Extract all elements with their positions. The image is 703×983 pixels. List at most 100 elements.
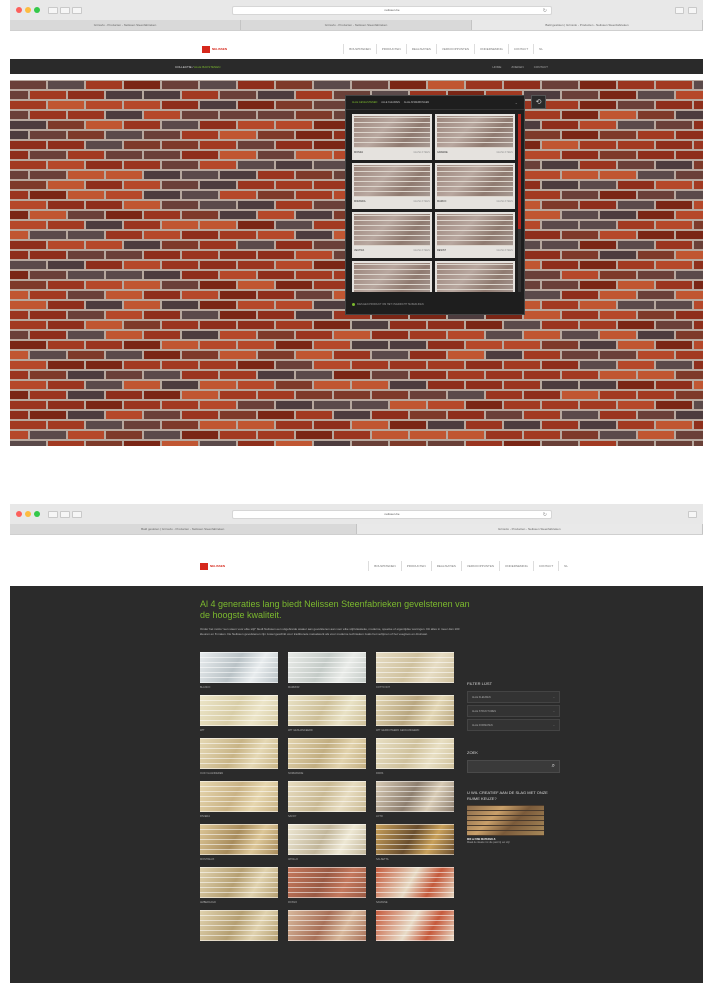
selector-product-card[interactable]: MIRANDA GEVELSTEEN: [352, 163, 432, 209]
language-selector[interactable]: NL: [533, 44, 548, 54]
site-logo[interactable]: NELISSEN: [200, 562, 226, 570]
brick-swatch: [376, 652, 454, 683]
selector-product-card[interactable]: SAVOGEVELSTEEN: [352, 261, 432, 292]
brick-product-item[interactable]: BLANCO: [200, 652, 278, 695]
subnav-home[interactable]: HOME: [492, 65, 501, 69]
forward-button[interactable]: [60, 510, 70, 518]
nav-item-bouwstenen[interactable]: BOUWSTENEN: [343, 44, 376, 54]
browser-tab[interactable]: Grinsvlo - Producten - Nelissen Steenfab…: [10, 20, 241, 30]
chevron-down-icon[interactable]: ⌄: [515, 100, 518, 105]
reload-icon[interactable]: ↻: [543, 512, 547, 518]
filter-select-label: ALLE FORMATEN: [472, 723, 493, 727]
browser-tab[interactable]: Grinsvlo - Producten - Nelissen Steenfab…: [241, 20, 472, 30]
search-icon[interactable]: ⌕: [552, 763, 555, 770]
sidebar-toggle-button[interactable]: [72, 510, 82, 518]
brick-product-item[interactable]: [376, 910, 454, 953]
nav-item-onderneming[interactable]: ONDERNEMING: [474, 44, 508, 54]
brick-product-item[interactable]: ROSSO: [288, 867, 366, 910]
filter-title: FILTER LIJST: [467, 681, 493, 686]
selector-product-card[interactable]: MONZA GEVELSTEEN: [352, 114, 432, 160]
selector-product-card[interactable]: SIENAGEVELSTEEN: [435, 261, 515, 292]
selector-product-card[interactable]: VECTRA GEVELSTEEN: [352, 212, 432, 258]
brick-product-item[interactable]: NORMANDIE: [288, 738, 366, 781]
zoom-window-button[interactable]: [34, 511, 40, 517]
brick-product-item[interactable]: SALSETTA: [376, 824, 454, 867]
brick-product-item[interactable]: WIT GENUANCEERD: [288, 695, 366, 738]
brick-product-item[interactable]: PARIS: [376, 738, 454, 781]
site-logo[interactable]: NELISSEN: [202, 45, 227, 53]
selector-scrollbar[interactable]: [518, 114, 521, 292]
product-type: GEVELSTEEN: [413, 249, 430, 252]
selector-product-card[interactable]: MARCO GEVELSTEEN: [435, 163, 515, 209]
selector-tab-gevelstenen[interactable]: ALLE GEVELSTENEN: [352, 101, 377, 104]
search-input[interactable]: ⌕: [467, 760, 560, 773]
nav-item-onderneming[interactable]: ONDERNEMING: [499, 561, 533, 571]
brick-product-item[interactable]: SAVANNE: [376, 867, 454, 910]
filter-select-kleuren[interactable]: ALLE KLEUREN ⌄: [467, 691, 560, 703]
minimize-window-button[interactable]: [25, 7, 31, 13]
brick-swatch: [288, 738, 366, 769]
back-button[interactable]: [48, 6, 58, 14]
brick-product-item[interactable]: LOTO: [376, 781, 454, 824]
back-button[interactable]: [48, 510, 58, 518]
brick-product-item[interactable]: MARMOR: [288, 652, 366, 695]
subnav-zoeken[interactable]: ZOEKEN: [511, 65, 523, 69]
filter-select-formaten[interactable]: ALLE FORMATEN ⌄: [467, 719, 560, 731]
brick-product-item[interactable]: MONTREUX: [200, 824, 278, 867]
nav-item-verkooppunten[interactable]: VERKOOPPUNTEN: [460, 561, 499, 571]
browser-tab-active[interactable]: Grinsvlo - Producten - Nelissen Steenfab…: [356, 524, 703, 534]
forward-button[interactable]: [60, 6, 70, 14]
reload-icon[interactable]: ↻: [543, 8, 547, 14]
nav-item-bouwstenen[interactable]: BOUWSTENEN: [368, 561, 401, 571]
promo-image[interactable]: [467, 805, 544, 836]
selector-tab-afwerkingen[interactable]: ALLE AFWERKINGEN: [404, 101, 429, 104]
nav-item-realisaties[interactable]: REALISATIES: [430, 561, 461, 571]
brick-product-item[interactable]: SAVOY: [288, 781, 366, 824]
scrollbar-thumb[interactable]: [518, 114, 521, 229]
nav-item-realisaties[interactable]: REALISATIES: [405, 44, 436, 54]
selector-product-card[interactable]: RESIST GEVELSTEEN: [435, 212, 515, 258]
minimize-window-button[interactable]: [25, 511, 31, 517]
browser-tab[interactable]: Bald gesloten | Grinsvlo - Producten - N…: [10, 524, 357, 534]
brick-name: PARIS: [376, 772, 384, 775]
brick-product-item[interactable]: WIT: [200, 695, 278, 738]
close-window-button[interactable]: [16, 7, 22, 13]
breadcrumb-prefix[interactable]: COLLECTIE /: [175, 65, 193, 69]
tabs-overview-button[interactable]: [688, 6, 697, 14]
selector-tab-kleuren[interactable]: ALLE KLEUREN: [381, 101, 400, 104]
nav-item-contact[interactable]: CONTACT: [532, 561, 558, 571]
filter-select-structuren[interactable]: ALLE STRUCTUREN ⌄: [467, 705, 560, 717]
nav-item-contact[interactable]: CONTACT: [507, 44, 533, 54]
brick-product-item[interactable]: [288, 910, 366, 953]
brick-product-item[interactable]: [200, 910, 278, 953]
share-button[interactable]: [675, 6, 684, 14]
close-window-button[interactable]: [16, 511, 22, 517]
nav-item-producten[interactable]: PRODUCTEN: [400, 561, 431, 571]
brick-swatch: [200, 652, 278, 683]
tab-strip: Grinsvlo - Producten - Nelissen Steenfab…: [10, 20, 703, 30]
brick-product-item[interactable]: RIVIERA: [200, 781, 278, 824]
main-nav: BOUWSTENEN PRODUCTEN REALISATIES VERKOOP…: [368, 561, 573, 571]
brick-product-item[interactable]: OUD VLAANDEREN: [200, 738, 278, 781]
browser-tab-active[interactable]: Bald gesloten | Grinsvlo - Producten - N…: [472, 20, 703, 30]
product-type: GEVELSTEEN: [496, 249, 513, 252]
brick-product-item[interactable]: COTTO WIT: [376, 652, 454, 695]
sidebar-toggle-button[interactable]: [72, 6, 82, 14]
logo-text: NELISSEN: [210, 564, 226, 568]
brick-product-item[interactable]: WIT GEFRUITEERD GENUANCEERD: [376, 695, 454, 738]
language-selector[interactable]: NL: [558, 561, 573, 571]
nav-item-producten[interactable]: PRODUCTEN: [375, 44, 406, 54]
brick-name: MONTREUX: [200, 858, 215, 861]
address-bar[interactable]: nelissen.be ↻: [232, 509, 552, 519]
brick-product-item[interactable]: APOLLO: [288, 824, 366, 867]
refresh-icon[interactable]: ⟲: [531, 95, 546, 109]
brick-swatch: [200, 738, 278, 769]
share-button[interactable]: [688, 510, 697, 518]
zoom-window-button[interactable]: [34, 7, 40, 13]
selector-product-card[interactable]: GRANDE GEVELSTEEN: [435, 114, 515, 160]
address-bar[interactable]: nelissen.be ↻: [232, 5, 552, 15]
nav-item-verkooppunten[interactable]: VERKOOPPUNTEN: [435, 44, 474, 54]
brick-product-item[interactable]: AMBERGOLD: [200, 867, 278, 910]
brick-grid: BLANCO MARMOR COTTO WIT WIT WIT GENUANCEERD W…: [200, 652, 455, 953]
subnav-contact[interactable]: CONTACT: [534, 65, 548, 69]
